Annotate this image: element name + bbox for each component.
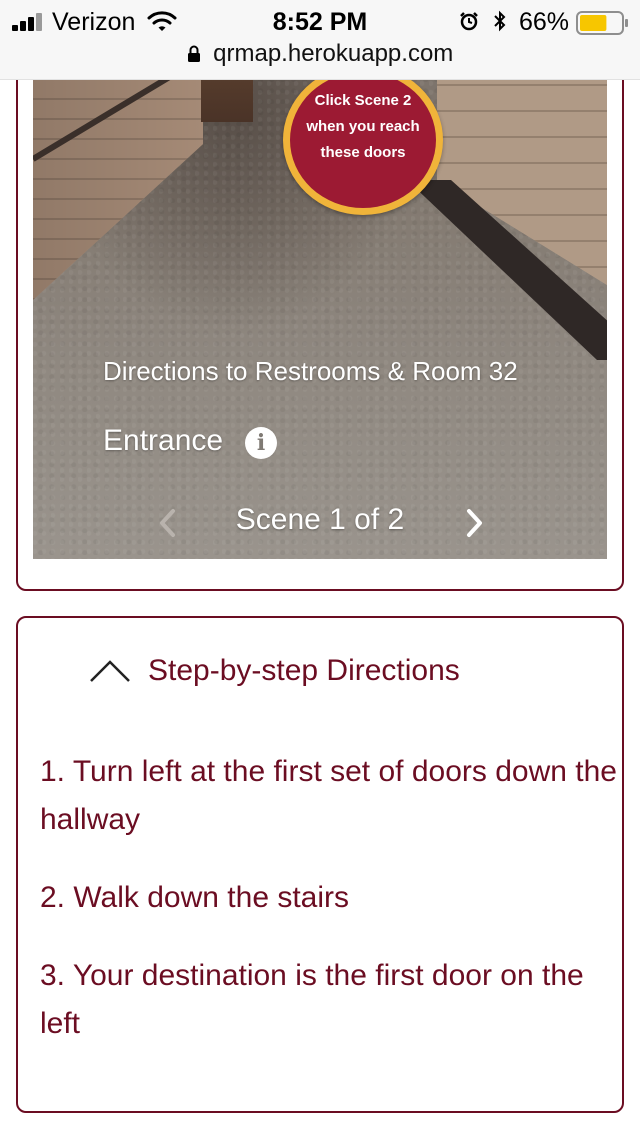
chevron-left-icon[interactable] [156, 506, 178, 540]
info-icon[interactable]: i [245, 427, 277, 459]
directions-toggle[interactable]: Step-by-step Directions [88, 654, 568, 694]
battery-icon [576, 11, 628, 35]
chevron-up-icon [90, 660, 130, 682]
bluetooth-icon [494, 10, 506, 32]
direction-step: 1. Turn left at the first set of doors d… [40, 755, 617, 836]
lock-icon [187, 45, 200, 62]
directions-title: Step-by-step Directions [148, 654, 460, 687]
directions-card: Step-by-step Directions 1. Turn left at … [16, 616, 624, 1113]
callout-line: these doors [320, 144, 406, 161]
destination-title: Directions to Restrooms & Room 32 [103, 356, 518, 386]
page: Click Scene 2 when you reach these doors… [0, 0, 640, 1136]
url-text: qrmap.herokuapp.com [213, 40, 454, 67]
scene-photo: Click Scene 2 when you reach these doors [33, 60, 607, 559]
direction-step: 2. Walk down the stairs [40, 881, 350, 914]
address-bar[interactable]: qrmap.herokuapp.com [0, 40, 640, 70]
alarm-icon [460, 12, 478, 31]
scene-indicator: Scene 1 of 2 [235, 503, 405, 536]
scene-callout: Click Scene 2 when you reach these doors [283, 65, 443, 215]
battery-percent: 66% [519, 8, 570, 36]
directions-list: 1. Turn left at the first set of doors d… [40, 748, 622, 1078]
direction-step: 3. Your destination is the first door on… [40, 959, 584, 1040]
callout-line: Click Scene 2 [314, 92, 412, 109]
callout-line: when you reach [306, 118, 420, 135]
status-bar: Verizon 8:52 PM 66% qrmap.herokuapp.com [0, 0, 640, 80]
chevron-right-icon[interactable] [464, 506, 486, 540]
scene-name: Entrance [103, 424, 224, 457]
